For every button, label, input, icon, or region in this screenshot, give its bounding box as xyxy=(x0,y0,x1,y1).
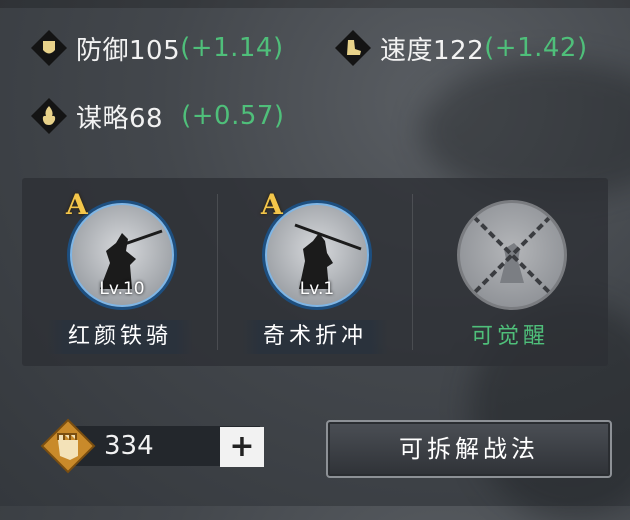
stat-speed-bonus: (+1.42) xyxy=(484,33,588,63)
disassemble-skill-button[interactable]: 可拆解战法 xyxy=(326,420,612,478)
add-currency-button[interactable]: + xyxy=(220,427,264,467)
chain-lock-icon xyxy=(464,207,560,303)
stat-strategy-label: 谋略68 xyxy=(76,103,164,134)
skill-name: 红颜铁骑 xyxy=(47,320,193,354)
plus-icon: + xyxy=(229,429,255,464)
stat-defense: 防御105 (+1.14) xyxy=(30,28,284,68)
stat-speed: 速度122 (+1.42) xyxy=(334,28,588,68)
skill-grade: A xyxy=(66,188,88,221)
stat-defense-bonus: (+1.14) xyxy=(180,33,284,63)
skill-grade: A xyxy=(261,188,283,221)
skills-panel: Lv.10 A 红颜铁骑 Lv.1 A 奇术折冲 可觉醒 xyxy=(22,178,608,366)
skill-name: 奇术折冲 xyxy=(242,320,388,354)
stat-speed-label: 速度122 xyxy=(380,35,485,66)
skill-slot-2[interactable]: Lv.1 A 奇术折冲 xyxy=(217,178,412,366)
skill-level: Lv.10 xyxy=(99,279,145,299)
shield-icon xyxy=(30,29,68,67)
skill-level: Lv.1 xyxy=(299,279,335,299)
fist-icon xyxy=(40,418,96,474)
stat-strategy: 谋略68 (+0.57) xyxy=(30,96,285,136)
currency-value: 334 xyxy=(104,431,154,461)
skill-slot-1[interactable]: Lv.10 A 红颜铁骑 xyxy=(22,178,217,366)
skill-slot-awaken[interactable]: 可觉醒 xyxy=(412,178,607,366)
top-edge xyxy=(0,0,630,8)
boot-icon xyxy=(334,29,372,67)
stat-defense-label: 防御105 xyxy=(76,35,181,66)
flame-icon xyxy=(30,97,68,135)
locked-portrait xyxy=(457,200,567,310)
stat-strategy-bonus: (+0.57) xyxy=(181,101,285,131)
awaken-label: 可觉醒 xyxy=(470,324,549,349)
